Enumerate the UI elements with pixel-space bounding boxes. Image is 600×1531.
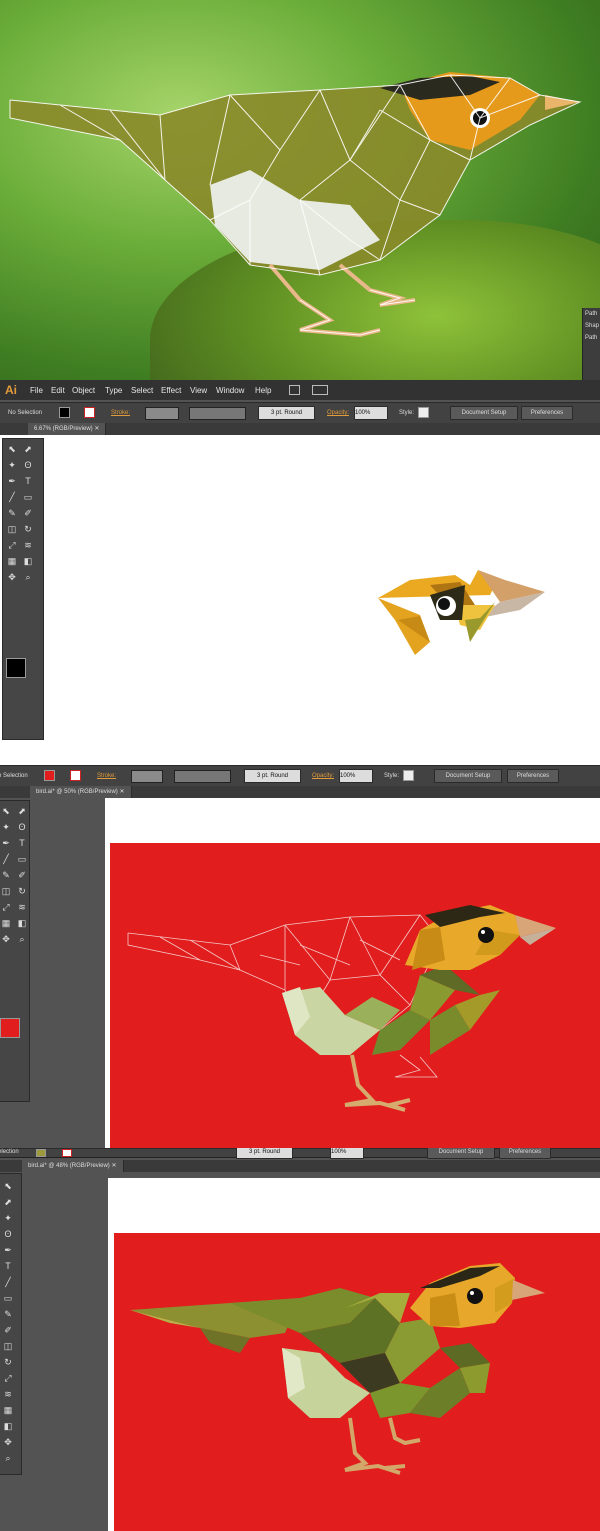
pen-icon[interactable]: ✒ <box>6 475 18 487</box>
illustrator-window-2: n Selection Stroke: 3 pt. Round Opacity:… <box>0 765 600 1148</box>
hand-icon[interactable]: ✥ <box>2 1436 14 1448</box>
zoom-icon[interactable]: ⌕ <box>22 571 34 583</box>
toolbox-fill-swatch[interactable] <box>0 1018 20 1038</box>
pencil-icon[interactable]: ✐ <box>22 507 34 519</box>
line-icon[interactable]: ╱ <box>6 491 18 503</box>
eraser-icon[interactable]: ◫ <box>6 523 18 535</box>
brush-icon[interactable]: ✎ <box>0 869 12 881</box>
pointer-icon[interactable]: ⬉ <box>2 1180 14 1192</box>
bird-low-poly-final <box>130 1263 545 1475</box>
graph-icon[interactable]: ≋ <box>2 1388 14 1400</box>
direct-select-icon[interactable]: ⬈ <box>2 1196 14 1208</box>
eraser-icon[interactable]: ◫ <box>2 1340 14 1352</box>
brush-icon[interactable]: ✎ <box>2 1308 14 1320</box>
scale-icon[interactable]: ⤢ <box>2 1372 14 1384</box>
rotate-icon[interactable]: ↻ <box>2 1356 14 1368</box>
pen-icon[interactable]: ✒ <box>0 837 12 849</box>
bird-low-poly-partial <box>127 905 556 1112</box>
toolbox-fill-swatch[interactable] <box>6 658 26 678</box>
layers-mini-panel: Path Shap Path <box>582 308 600 380</box>
rectangle-icon[interactable]: ▭ <box>16 853 28 865</box>
zoom-icon[interactable]: ⌕ <box>16 933 28 945</box>
eyedropper-icon[interactable]: ◧ <box>16 917 28 929</box>
illustrator-window-1: Ai File Edit Object Type Select Effect V… <box>0 380 600 765</box>
gradient-icon[interactable]: ▦ <box>0 917 12 929</box>
graph-icon[interactable]: ≋ <box>22 539 34 551</box>
magic-wand-icon[interactable]: ✦ <box>0 821 12 833</box>
type-icon[interactable]: T <box>2 1260 14 1272</box>
gradient-icon[interactable]: ▦ <box>6 555 18 567</box>
eyedropper-icon[interactable]: ◧ <box>22 555 34 567</box>
hand-icon[interactable]: ✥ <box>6 571 18 583</box>
zoom-icon[interactable]: ⌕ <box>2 1452 14 1464</box>
bird-photo-mesh <box>9 72 582 338</box>
rotate-icon[interactable]: ↻ <box>22 523 34 535</box>
direct-select-icon[interactable]: ⬈ <box>22 443 34 455</box>
scale-icon[interactable]: ⤢ <box>6 539 18 551</box>
pointer-icon[interactable]: ⬉ <box>6 443 18 455</box>
rectangle-icon[interactable]: ▭ <box>22 491 34 503</box>
panel-item-path-2[interactable]: Path <box>583 332 600 344</box>
magic-wand-icon[interactable]: ✦ <box>2 1212 14 1224</box>
magic-wand-icon[interactable]: ✦ <box>6 459 18 471</box>
hand-icon[interactable]: ✥ <box>0 933 12 945</box>
panel-item-shape[interactable]: Shap <box>583 320 600 332</box>
eraser-icon[interactable]: ◫ <box>0 885 12 897</box>
scale-icon[interactable]: ⤢ <box>0 901 12 913</box>
pointer-icon[interactable]: ⬉ <box>0 805 12 817</box>
line-icon[interactable]: ╱ <box>0 853 12 865</box>
direct-select-icon[interactable]: ⬈ <box>16 805 28 817</box>
lasso-icon[interactable]: ʘ <box>16 821 28 833</box>
type-icon[interactable]: T <box>22 475 34 487</box>
pen-icon[interactable]: ✒ <box>2 1244 14 1256</box>
gradient-icon[interactable]: ▦ <box>2 1404 14 1416</box>
reference-photo: Path Shap Path <box>0 0 600 380</box>
rotate-icon[interactable]: ↻ <box>16 885 28 897</box>
rectangle-icon[interactable]: ▭ <box>2 1292 14 1304</box>
lasso-icon[interactable]: ʘ <box>2 1228 14 1240</box>
panel-item-path[interactable]: Path <box>583 308 600 320</box>
eyedropper-icon[interactable]: ◧ <box>2 1420 14 1432</box>
pencil-icon[interactable]: ✐ <box>16 869 28 881</box>
lasso-icon[interactable]: ʘ <box>22 459 34 471</box>
type-icon[interactable]: T <box>16 837 28 849</box>
brush-icon[interactable]: ✎ <box>6 507 18 519</box>
pencil-icon[interactable]: ✐ <box>2 1324 14 1336</box>
bird-head-artwork <box>378 570 545 655</box>
illustrator-window-3: election 3 pt. Round 100% Document Setup… <box>0 1148 600 1531</box>
graph-icon[interactable]: ≋ <box>16 901 28 913</box>
line-icon[interactable]: ╱ <box>2 1276 14 1288</box>
